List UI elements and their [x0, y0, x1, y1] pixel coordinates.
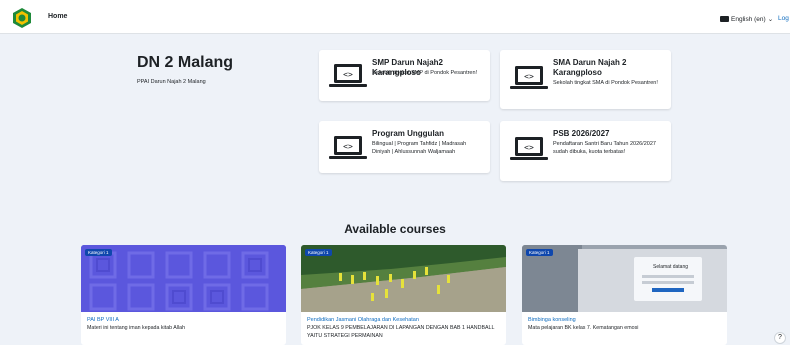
nav-home-link[interactable]: Home — [48, 13, 67, 20]
laptop-code-icon: <> — [510, 137, 548, 160]
card-description: Bilingual | Program Tahfidz | Madrasah D… — [372, 141, 467, 155]
course-card-pjok[interactable]: Kategori 1 Pendidikan Jasmani Olahraga d… — [301, 245, 506, 345]
available-courses-heading: Available courses — [344, 222, 446, 236]
laptop-code-icon: <> — [329, 64, 367, 87]
keyboard-icon — [720, 16, 729, 22]
course-image-pattern — [81, 245, 286, 312]
category-badge: Kategori 1 — [85, 249, 112, 256]
laptop-code-icon: <> — [329, 136, 367, 159]
site-subtitle: PPAI Darun Najah 2 Malang — [137, 79, 206, 85]
course-card-bk[interactable]: Selamat datang Kategori 1 Bimbinga konse… — [522, 245, 727, 345]
card-description: Sekolah tingkat SMA di Pondok Pesantren! — [553, 80, 658, 86]
svg-text:<>: <> — [524, 143, 534, 152]
course-summary: Mata pelajaran BK kelas 7. Kematangan em… — [528, 325, 639, 331]
laptop-code-icon: <> — [510, 66, 548, 89]
login-link[interactable]: Log — [778, 15, 789, 22]
course-summary: Materi ini tentang iman kepada kitab All… — [87, 325, 186, 331]
category-badge: Kategori 1 — [305, 249, 332, 256]
feature-card-program-unggulan[interactable]: <> Program Unggulan Bilingual | Program … — [319, 121, 490, 173]
card-description: Pendaftaran Santri Baru Tahun 2026/2027 … — [553, 141, 656, 155]
feature-card-psb[interactable]: <> PSB 2026/2027 Pendaftaran Santri Baru… — [500, 121, 671, 181]
course-image-field — [301, 245, 506, 312]
feature-card-smp[interactable]: <> SMP Darun Najah2 Karangploso Sekolah … — [319, 50, 490, 101]
course-name-link[interactable]: Pendidikan Jasmani Olahraga dan Kesehata… — [307, 317, 419, 323]
top-navbar: Home English (en) ⌄ Log — [0, 0, 790, 34]
category-badge: Kategori 1 — [526, 249, 553, 256]
language-menu[interactable]: English (en) ⌄ — [720, 15, 773, 23]
site-title: DN 2 Malang — [137, 54, 234, 71]
course-image-screen — [522, 245, 727, 312]
course-name-link[interactable]: Bimbinga konseling — [528, 317, 576, 323]
course-card-pai[interactable]: Kategori 1 PAI BP VIII A Materi ini tent… — [81, 245, 286, 345]
card-description: Sekolah tingkat SMP di Pondok Pesantren! — [372, 70, 478, 76]
chevron-down-icon: ⌄ — [767, 16, 774, 23]
help-button[interactable]: ? — [774, 332, 786, 344]
card-title: SMA Darun Najah 2 Karangploso — [553, 58, 627, 77]
svg-text:<>: <> — [524, 72, 534, 81]
school-logo-icon[interactable] — [11, 7, 33, 29]
card-title: PSB 2026/2027 — [553, 129, 610, 138]
card-title: Program Unggulan — [372, 129, 445, 138]
screen-welcome-text: Selamat datang — [653, 264, 689, 270]
course-name-link[interactable]: PAI BP VIII A — [87, 317, 119, 323]
feature-card-sma[interactable]: <> SMA Darun Najah 2 Karangploso Sekolah… — [500, 50, 671, 109]
svg-text:<>: <> — [343, 70, 353, 79]
course-summary: PJOK KELAS 9 PEMBELAJARAN DI LAPANGAN DE… — [307, 325, 495, 339]
language-label: English (en) — [731, 15, 766, 23]
svg-text:<>: <> — [343, 142, 353, 151]
